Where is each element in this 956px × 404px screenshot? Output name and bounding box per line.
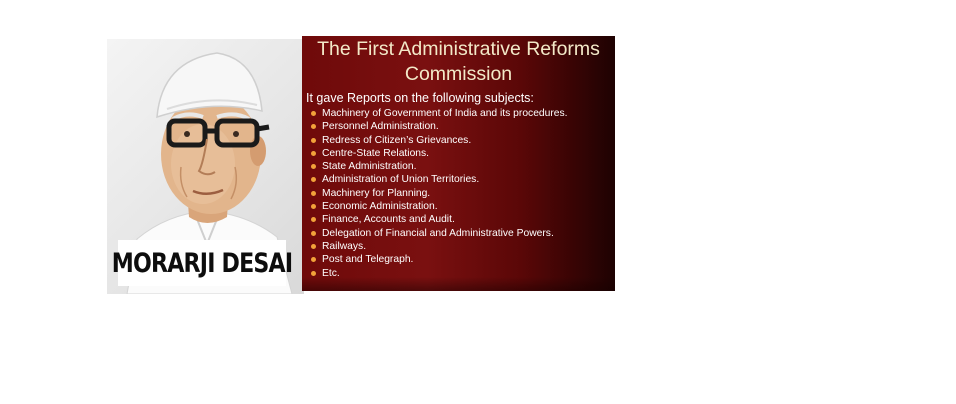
- slide-title: The First Administrative Reforms Commiss…: [317, 38, 600, 85]
- bullet-icon: [311, 257, 316, 263]
- portrait-name-caption: MORARJI DESAI: [111, 247, 293, 279]
- list-item-text: Railways.: [322, 240, 367, 252]
- list-item-text: Administration of Union Territories.: [322, 174, 480, 186]
- list-item: Finance, Accounts and Audit.: [311, 213, 615, 226]
- bullet-icon: [311, 190, 316, 196]
- bullet-icon: [311, 111, 316, 116]
- list-item: Administration of Union Territories.: [311, 173, 615, 186]
- list-item: Post and Telegraph.: [311, 253, 615, 266]
- list-item: Machinery for Planning.: [311, 187, 615, 200]
- bullet-icon: [311, 230, 316, 236]
- bullet-icon: [311, 137, 316, 143]
- list-item: Delegation of Financial and Administrati…: [311, 227, 615, 240]
- slide-panel: The First Administrative Reforms Commiss…: [302, 36, 615, 291]
- bullet-icon: [311, 177, 316, 183]
- list-item-text: State Administration.: [322, 161, 417, 173]
- list-item: Railways.: [311, 240, 615, 253]
- list-item-text: Post and Telegraph.: [322, 254, 414, 266]
- list-item-text: Delegation of Financial and Administrati…: [322, 227, 554, 239]
- list-item-text: Machinery of Government of India and its…: [322, 108, 568, 119]
- list-item: State Administration.: [311, 160, 615, 173]
- bullet-icon: [311, 164, 316, 170]
- bullet-icon: [311, 270, 316, 276]
- list-item-text: Machinery for Planning.: [322, 187, 431, 199]
- list-item: Centre-State Relations.: [311, 147, 615, 160]
- list-item: Economic Administration.: [311, 200, 615, 213]
- bullet-icon: [311, 150, 316, 156]
- bullet-icon: [311, 204, 316, 210]
- list-item-text: Etc.: [322, 267, 340, 279]
- subject-list: Machinery of Government of India and its…: [302, 107, 615, 280]
- list-item-text: Personnel Administration.: [322, 121, 439, 133]
- list-item: Redress of Citizen’s Grievances.: [311, 134, 615, 147]
- list-item-text: Centre-State Relations.: [322, 147, 430, 159]
- bullet-icon: [311, 243, 316, 249]
- list-item: Etc.: [311, 267, 615, 280]
- list-item: Personnel Administration.: [311, 120, 615, 133]
- name-plate: MORARJI DESAI: [112, 240, 293, 286]
- slide-intro: It gave Reports on the following subject…: [306, 91, 534, 105]
- list-item: Machinery of Government of India and its…: [311, 107, 615, 120]
- bullet-icon: [311, 217, 316, 223]
- portrait-image: MORARJI DESAI: [107, 39, 304, 294]
- list-item-text: Economic Administration.: [322, 201, 438, 213]
- bullet-icon: [311, 124, 316, 130]
- list-item-text: Redress of Citizen’s Grievances.: [322, 134, 472, 146]
- list-item-text: Finance, Accounts and Audit.: [322, 214, 455, 226]
